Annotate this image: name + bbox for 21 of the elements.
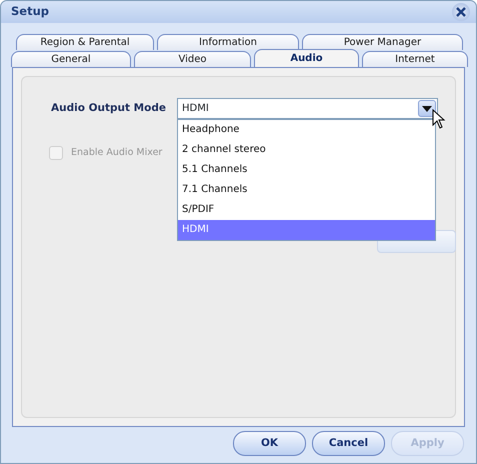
dropdown-option[interactable]: Headphone	[178, 120, 435, 140]
tab[interactable]: Region & Parental	[16, 34, 154, 50]
field-label: Audio Output Mode	[51, 101, 166, 116]
dropdown-option[interactable]: S/PDIF	[178, 200, 435, 220]
close-button[interactable]	[452, 3, 470, 21]
window-title: Setup	[11, 3, 49, 20]
tab[interactable]: General	[11, 51, 131, 67]
dropdown-option[interactable]: 7.1 Channels	[178, 180, 435, 200]
audio-output-mode-dropdown[interactable]: HDMI	[177, 98, 438, 119]
tab[interactable]: Video	[134, 51, 251, 67]
tab[interactable]: Information	[157, 34, 299, 50]
tab[interactable]: Audio	[254, 49, 359, 67]
checkbox-label: Enable Audio Mixer	[71, 146, 162, 160]
dropdown-option[interactable]: HDMI	[178, 220, 435, 240]
ok-button[interactable]: OK	[233, 431, 306, 456]
dropdown-option[interactable]: 2 channel stereo	[178, 140, 435, 160]
tab[interactable]: Internet	[362, 51, 468, 67]
dropdown-option[interactable]: 5.1 Channels	[178, 160, 435, 180]
tab[interactable]: Power Manager	[302, 34, 463, 50]
close-icon	[456, 7, 466, 17]
cancel-button[interactable]: Cancel	[312, 431, 385, 456]
